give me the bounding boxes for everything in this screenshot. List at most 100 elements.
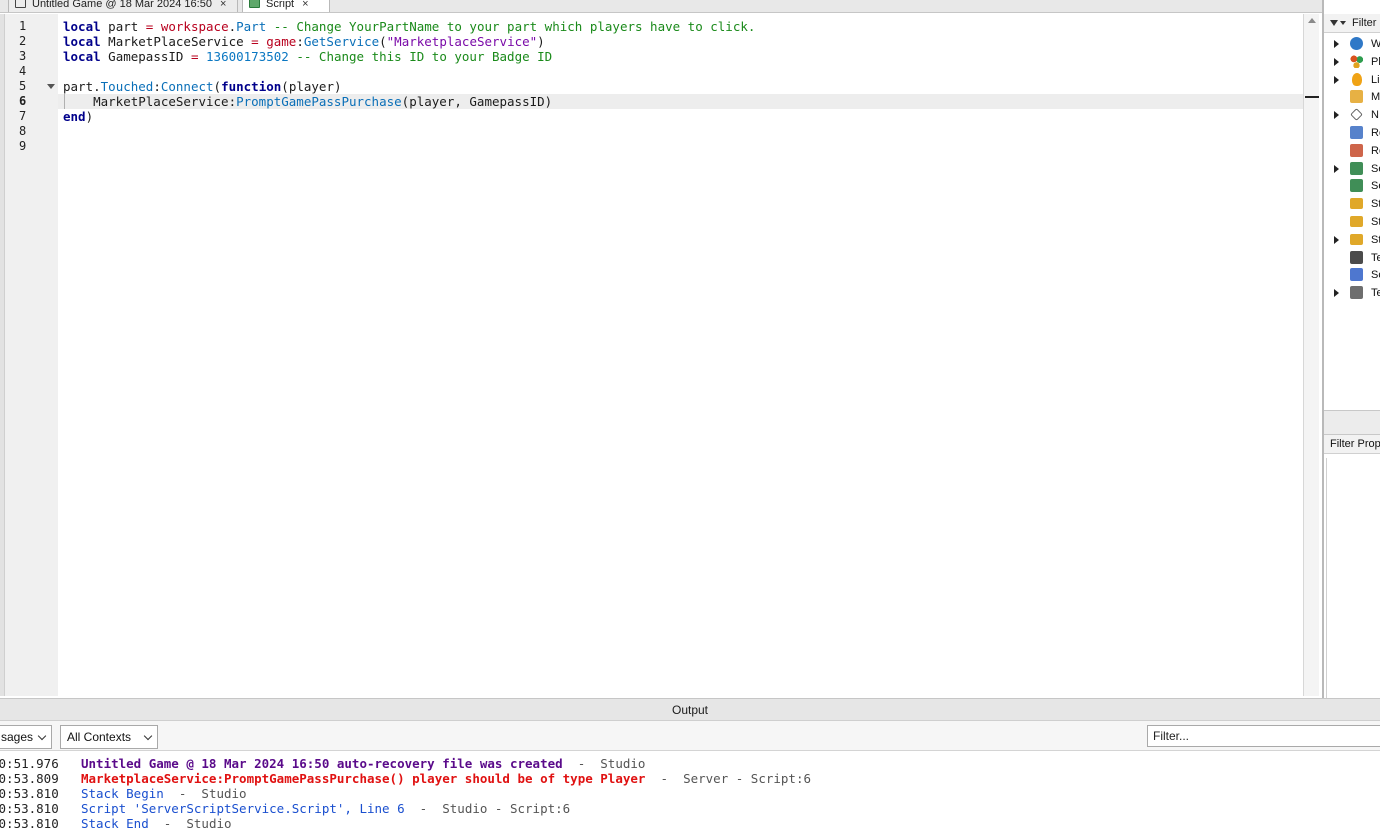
code-line[interactable]: local part = workspace.Part -- Change Yo…	[63, 19, 755, 34]
explorer-item[interactable]: M	[1324, 88, 1380, 106]
explorer-filter[interactable]: Filter	[1324, 14, 1380, 33]
explorer-item-label: St	[1371, 216, 1380, 228]
expand-arrow-icon[interactable]	[1334, 111, 1339, 119]
code-token: (	[214, 79, 222, 94]
code-token: :	[153, 79, 161, 94]
code-line[interactable]: end)	[63, 109, 93, 124]
expand-arrow-icon[interactable]	[1334, 236, 1339, 244]
code-token: part.	[63, 79, 101, 94]
explorer-item[interactable]: Sc	[1324, 266, 1380, 284]
log-timestamp: 50:53.810	[0, 801, 59, 816]
explorer-item-label: Re	[1371, 127, 1380, 139]
tab-label: Untitled Game @ 18 Mar 2024 16:50	[32, 0, 212, 10]
expand-arrow-icon[interactable]	[1334, 289, 1339, 297]
code-token: :	[296, 34, 304, 49]
explorer-item[interactable]: Se	[1324, 177, 1380, 195]
close-icon[interactable]: ×	[220, 0, 226, 10]
chevron-down-icon	[38, 732, 46, 740]
service-icon	[1350, 37, 1363, 50]
expand-arrow-icon[interactable]	[1334, 165, 1339, 173]
properties-filter[interactable]: Filter Prop	[1324, 435, 1380, 454]
place-icon	[15, 0, 26, 8]
code-token: end	[63, 109, 86, 124]
chevron-down-icon	[144, 732, 152, 740]
log-timestamp: 50:53.810	[0, 786, 59, 801]
log-source: - Studio - Script:6	[405, 801, 571, 816]
code-token: Touched	[101, 79, 154, 94]
code-token: local	[63, 49, 101, 64]
service-icon	[1350, 216, 1363, 227]
explorer-item[interactable]: St	[1324, 195, 1380, 213]
explorer-item[interactable]: Se	[1324, 160, 1380, 178]
script-icon	[249, 0, 260, 8]
log-timestamp: 50:53.809	[0, 771, 59, 786]
output-title: Output	[0, 699, 1380, 721]
code-token: GamepassID	[101, 49, 191, 64]
output-log-line[interactable]: 50:51.976 Untitled Game @ 18 Mar 2024 16:…	[0, 756, 1380, 771]
messages-dropdown-value: sages	[1, 730, 33, 744]
code-area[interactable]	[58, 14, 1303, 696]
log-message: Untitled Game @ 18 Mar 2024 16:50 auto-r…	[81, 756, 563, 771]
output-log-line[interactable]: 50:53.809MarketplaceService:PromptGamePa…	[0, 771, 1380, 786]
output-filter-input[interactable]	[1147, 725, 1380, 747]
scroll-up-icon[interactable]	[1308, 18, 1316, 23]
code-token: game	[266, 34, 296, 49]
script-editor[interactable]: 1 local part = workspace.Part -- Change Y…	[0, 14, 1322, 696]
explorer-item[interactable]: St	[1324, 213, 1380, 231]
explorer-item[interactable]: St	[1324, 231, 1380, 249]
explorer-item-label: N	[1371, 109, 1379, 121]
code-line[interactable]: local GamepassID = 13600173502 -- Change…	[63, 49, 552, 64]
explorer-item[interactable]: Te	[1324, 284, 1380, 302]
explorer-item-label: M	[1371, 91, 1380, 103]
service-icon	[1350, 234, 1363, 245]
expand-arrow-icon[interactable]	[1334, 40, 1339, 48]
code-token: )	[86, 109, 94, 124]
service-icon	[1350, 144, 1363, 157]
explorer-item-label: Te	[1371, 252, 1380, 264]
explorer-item[interactable]: Pl	[1324, 53, 1380, 71]
messages-dropdown[interactable]: sages	[0, 725, 52, 749]
scroll-position-marker	[1305, 96, 1319, 98]
tab-script[interactable]: Script ×	[242, 0, 330, 13]
code-token: "MarketplaceService"	[387, 34, 538, 49]
log-message: Stack Begin	[81, 786, 164, 801]
fold-arrow-icon[interactable]	[47, 84, 55, 89]
code-token: Part	[236, 19, 266, 34]
output-toolbar: sages All Contexts	[0, 721, 1380, 751]
explorer-item[interactable]: Te	[1324, 249, 1380, 267]
service-icon	[1350, 179, 1363, 192]
service-icon	[1350, 251, 1363, 264]
line-number: 4	[5, 64, 30, 79]
chevron-down-icon[interactable]	[1340, 21, 1346, 25]
filter-icon	[1330, 20, 1338, 26]
code-token: =	[251, 34, 259, 49]
explorer-item[interactable]: Li	[1324, 71, 1380, 89]
output-log-line[interactable]: 50:53.810Script 'ServerScriptService.Scr…	[0, 801, 1380, 816]
code-token: .	[229, 19, 237, 34]
contexts-dropdown[interactable]: All Contexts	[60, 725, 158, 749]
panel-divider[interactable]	[1324, 410, 1380, 435]
tab-untitled-game[interactable]: Untitled Game @ 18 Mar 2024 16:50 ×	[8, 0, 238, 13]
explorer-item[interactable]: N	[1324, 106, 1380, 124]
line-number: 7	[5, 109, 30, 124]
expand-arrow-icon[interactable]	[1334, 76, 1339, 84]
explorer-item[interactable]: Re	[1324, 142, 1380, 160]
explorer-panel: Filter WPlLiMNReReSeSeStStStTeScTe Filte…	[1322, 0, 1380, 698]
explorer-item-label: Sc	[1371, 269, 1380, 281]
close-icon[interactable]: ×	[302, 0, 308, 10]
line-number: 1	[5, 19, 30, 34]
explorer-item[interactable]: Re	[1324, 124, 1380, 142]
output-log-line[interactable]: 50:53.810Stack End - Studio	[0, 816, 1380, 831]
explorer-item-label: Te	[1371, 287, 1380, 299]
log-source: - Studio	[164, 786, 247, 801]
editor-scrollbar[interactable]	[1303, 14, 1319, 696]
expand-arrow-icon[interactable]	[1334, 58, 1339, 66]
log-timestamp: 50:51.976	[0, 756, 59, 771]
code-line[interactable]: part.Touched:Connect(function(player)	[63, 79, 342, 94]
code-line[interactable]: local MarketPlaceService = game:GetServi…	[63, 34, 545, 49]
code-line[interactable]: MarketPlaceService:PromptGamePassPurchas…	[63, 94, 552, 109]
output-log-line[interactable]: 50:53.810 Stack Begin - Studio	[0, 786, 1380, 801]
explorer-item[interactable]: W	[1324, 35, 1380, 53]
explorer-item-label: St	[1371, 198, 1380, 210]
code-token: 13600173502	[206, 49, 289, 64]
